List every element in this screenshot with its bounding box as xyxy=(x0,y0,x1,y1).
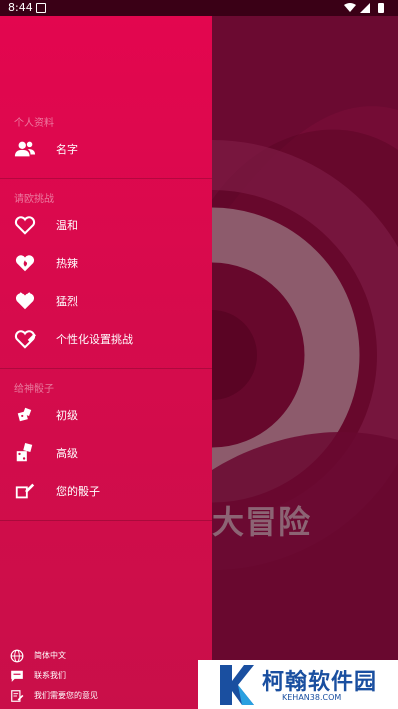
watermark-text: 柯翰软件园 xyxy=(262,670,378,695)
menu-item-label: 名字 xyxy=(56,143,78,156)
watermark-logo xyxy=(220,665,254,705)
status-icons xyxy=(342,2,390,14)
divider xyxy=(0,368,212,369)
status-bar: 8:44 xyxy=(0,0,398,16)
section-header-dice: 给神骰子 xyxy=(14,384,54,395)
menu-item-label: 您的骰子 xyxy=(56,485,100,498)
navigation-drawer: 个人资料 名字 请欧挑战 温和 热辣 猛烈 个性化设置挑战 给神骰子 初级 高级… xyxy=(0,16,212,709)
dice-edit-icon xyxy=(15,483,35,499)
menu-item-label: 猛烈 xyxy=(56,295,78,308)
people-icon xyxy=(14,141,36,157)
footer-contact[interactable]: 联系我们 xyxy=(0,667,212,687)
status-time: 8:44 xyxy=(8,1,33,14)
menu-item-label: 高级 xyxy=(56,447,78,460)
divider xyxy=(0,520,212,521)
heart-edit-icon xyxy=(14,330,36,349)
menu-item-intense[interactable]: 猛烈 xyxy=(0,283,212,319)
menu-item-hot[interactable]: 热辣 xyxy=(0,245,212,281)
footer-label: 联系我们 xyxy=(34,671,66,680)
dice-large-icon xyxy=(16,443,33,462)
divider xyxy=(0,178,212,179)
section-header-challenges: 请欧挑战 xyxy=(14,194,54,205)
menu-item-basic[interactable]: 初级 xyxy=(0,397,212,433)
menu-item-advanced[interactable]: 高级 xyxy=(0,435,212,471)
footer-label: 我们需要您的意见 xyxy=(34,691,98,700)
heart-outline-icon xyxy=(14,216,36,235)
heart-fire-icon xyxy=(15,255,35,272)
footer-feedback[interactable]: 我们需要您的意见 xyxy=(0,687,212,707)
feedback-icon xyxy=(11,690,24,702)
menu-item-label: 温和 xyxy=(56,219,78,232)
notification-icon xyxy=(36,3,46,13)
menu-item-label: 初级 xyxy=(56,409,78,422)
footer-label: 简体中文 xyxy=(34,651,66,660)
chat-icon xyxy=(11,670,23,682)
dice-small-icon xyxy=(17,407,32,422)
watermark-url: KEHAN38.COM xyxy=(282,693,342,702)
menu-item-custom-challenge[interactable]: 个性化设置挑战 xyxy=(0,321,212,357)
menu-item-your-dice[interactable]: 您的骰子 xyxy=(0,473,212,509)
watermark: 柯翰软件园 KEHAN38.COM xyxy=(198,660,398,709)
menu-item-name[interactable]: 名字 xyxy=(0,131,212,167)
globe-icon xyxy=(10,649,24,663)
menu-item-mild[interactable]: 温和 xyxy=(0,207,212,243)
menu-item-label: 个性化设置挑战 xyxy=(56,333,133,346)
background-title: 大冒险 xyxy=(212,503,312,541)
heart-filled-icon xyxy=(15,292,35,310)
section-header-profile: 个人资料 xyxy=(14,118,54,129)
wifi-signal-battery-icon xyxy=(344,3,384,13)
menu-item-label: 热辣 xyxy=(56,257,78,270)
footer-language[interactable]: 简体中文 xyxy=(0,647,212,667)
